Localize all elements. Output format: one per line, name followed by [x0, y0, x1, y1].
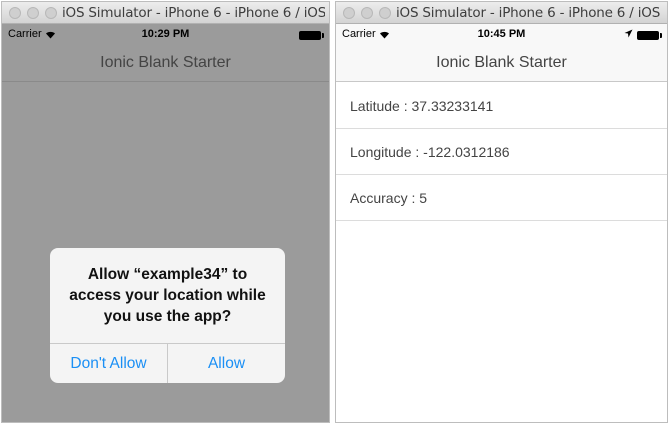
- simulator-window-right: iOS Simulator - iPhone 6 - iPhone 6 / iO…: [335, 1, 668, 423]
- battery-icon: [637, 31, 662, 40]
- page-title: Ionic Blank Starter: [436, 54, 567, 71]
- status-time: 10:29 PM: [141, 28, 190, 40]
- allow-button[interactable]: Allow: [167, 344, 285, 383]
- nav-bar: Ionic Blank Starter: [2, 44, 329, 82]
- status-time: 10:45 PM: [477, 28, 526, 40]
- ios-status-bar: Carrier 10:45 PM: [336, 24, 667, 44]
- longitude-item: Longitude : -122.0312186: [336, 129, 667, 175]
- close-window-icon[interactable]: [343, 7, 355, 19]
- alert-message: Allow “example34” to access your locatio…: [69, 266, 266, 325]
- close-window-icon[interactable]: [9, 7, 21, 19]
- location-list: Latitude : 37.33233141 Longitude : -122.…: [336, 83, 667, 221]
- battery-icon: [299, 31, 324, 40]
- window-title: iOS Simulator - iPhone 6 - iPhone 6 / iO…: [396, 5, 663, 21]
- minimize-window-icon[interactable]: [27, 7, 39, 19]
- latitude-item: Latitude : 37.33233141: [336, 83, 667, 129]
- nav-bar: Ionic Blank Starter: [336, 44, 667, 82]
- zoom-window-icon[interactable]: [379, 7, 391, 19]
- dont-allow-button[interactable]: Don't Allow: [50, 344, 167, 383]
- alert-actions: Don't Allow Allow: [50, 343, 285, 383]
- window-titlebar[interactable]: iOS Simulator - iPhone 6 - iPhone 6 / iO…: [336, 2, 667, 24]
- simulator-window-left: iOS Simulator - iPhone 6 - iPhone 6 / iO…: [1, 1, 330, 423]
- page-title: Ionic Blank Starter: [100, 54, 231, 71]
- location-permission-alert: Allow “example34” to access your locatio…: [50, 248, 285, 383]
- window-titlebar[interactable]: iOS Simulator - iPhone 6 - iPhone 6 / iO…: [2, 2, 329, 24]
- accuracy-item: Accuracy : 5: [336, 175, 667, 221]
- ios-status-bar: Carrier 10:29 PM: [2, 24, 329, 44]
- minimize-window-icon[interactable]: [361, 7, 373, 19]
- window-controls: [343, 7, 391, 19]
- window-controls: [9, 7, 57, 19]
- window-title: iOS Simulator - iPhone 6 - iPhone 6 / iO…: [62, 5, 325, 21]
- zoom-window-icon[interactable]: [45, 7, 57, 19]
- location-arrow-icon: [624, 29, 633, 38]
- screenshot-stage: iOS Simulator - iPhone 6 - iPhone 6 / iO…: [0, 0, 671, 430]
